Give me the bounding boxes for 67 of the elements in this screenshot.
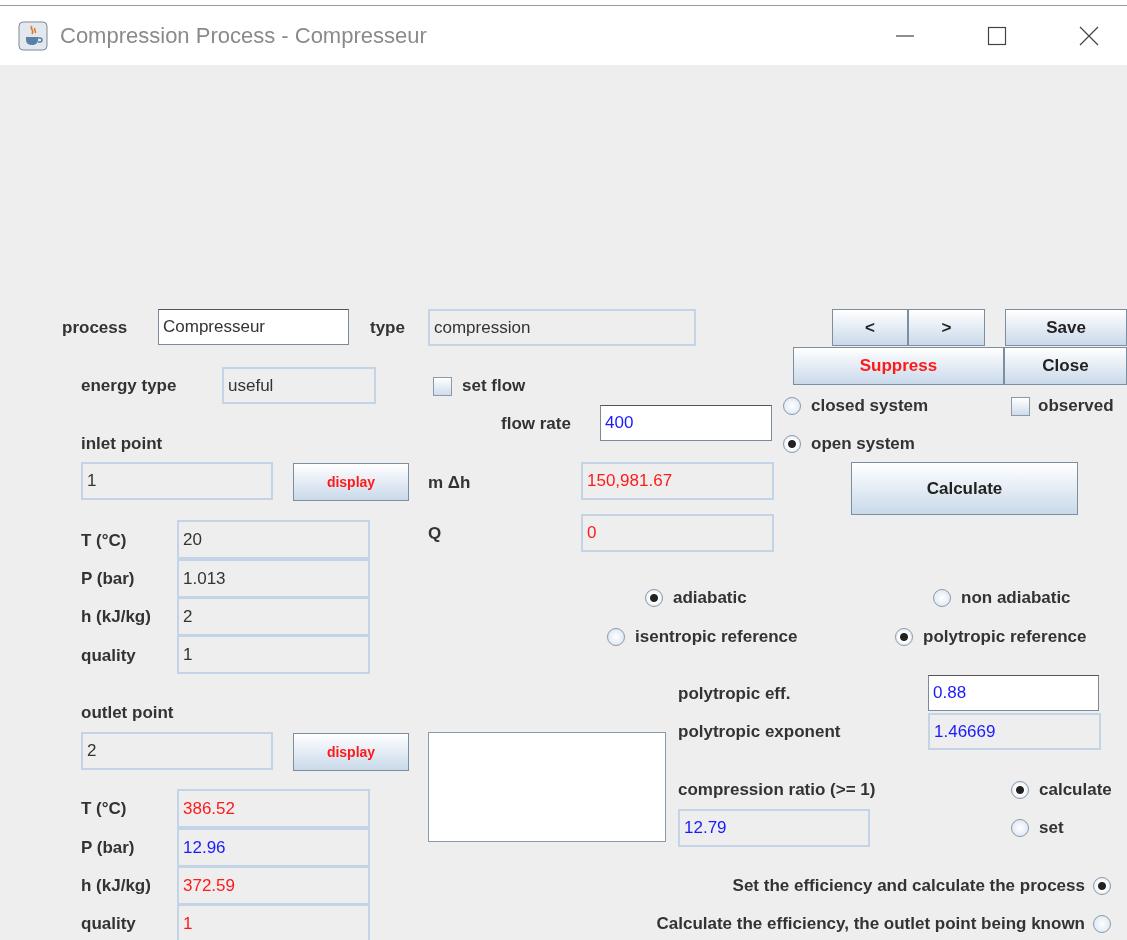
radio-label: Set the efficiency and calculate the process [732, 876, 1085, 896]
field-label: inlet point [81, 434, 163, 454]
save-button[interactable]: Save [1005, 309, 1127, 346]
property-field[interactable]: 1 [177, 635, 370, 674]
field-label: P (bar) [81, 569, 135, 589]
field-label: quality [81, 646, 136, 666]
flow-rate-field[interactable]: 400 [600, 405, 772, 441]
close-icon[interactable] [1079, 25, 1099, 46]
field-label: polytropic exponent [678, 722, 841, 742]
field-label: type [370, 318, 405, 338]
close-button[interactable]: Close [1004, 347, 1127, 385]
radio-label: open system [811, 434, 915, 454]
point-field[interactable]: 1 [81, 462, 273, 500]
field-label: P (bar) [81, 838, 135, 858]
radio-button[interactable] [1093, 877, 1111, 895]
checkbox-label: set flow [462, 376, 526, 396]
field-label: process [62, 318, 128, 338]
radio-label: Calculate the efficiency, the outlet point being known [656, 914, 1085, 934]
type-field[interactable]: compression [428, 309, 696, 346]
radio-button[interactable] [783, 397, 801, 415]
energy-type-field[interactable]: useful [222, 367, 376, 404]
field-label: h (kJ/kg) [81, 607, 151, 627]
radio-button[interactable] [933, 589, 951, 607]
calculate-button[interactable]: Calculate [851, 462, 1078, 515]
field-label: Q [428, 524, 442, 544]
checkbox-label: observed [1038, 396, 1114, 416]
polytropic-exponent-field[interactable]: 1.46669 [928, 713, 1101, 750]
checkbox[interactable] [1011, 396, 1030, 416]
next-button[interactable]: > [908, 309, 985, 346]
radio-label: closed system [811, 396, 929, 416]
property-field[interactable]: 2 [177, 597, 370, 636]
text-area[interactable] [428, 732, 666, 842]
property-field[interactable]: 20 [177, 520, 370, 559]
cup-icon [18, 20, 48, 51]
radio-button[interactable] [1011, 819, 1029, 837]
previous-button[interactable]: < [832, 309, 908, 346]
field-label: T (°C) [81, 799, 127, 819]
field-label: T (°C) [81, 531, 127, 551]
radio-button[interactable] [1011, 781, 1029, 799]
radio-button[interactable] [1093, 915, 1111, 933]
window-title: Compression Process - Compresseur [60, 22, 427, 49]
field-label: energy type [81, 376, 177, 396]
field-label: quality [81, 914, 136, 934]
field-label: m Δh [428, 473, 471, 493]
radio-label: adiabatic [673, 588, 747, 608]
field-label: polytropic eff. [678, 684, 791, 704]
field-label: compression ratio (>= 1) [678, 780, 876, 800]
polytropic-eff-field[interactable]: 0.88 [928, 675, 1099, 711]
compression-ratio-field[interactable]: 12.79 [678, 809, 870, 847]
radio-button[interactable] [607, 628, 625, 646]
radio-label: isentropic reference [635, 627, 798, 647]
radio-label: non adiabatic [961, 588, 1071, 608]
radio-label: calculate [1039, 780, 1112, 800]
checkbox[interactable] [433, 376, 452, 396]
radio-button[interactable] [645, 589, 663, 607]
field-label: h (kJ/kg) [81, 876, 151, 896]
radio-button[interactable] [895, 628, 913, 646]
property-field[interactable]: 12.96 [177, 828, 370, 867]
radio-button[interactable] [783, 435, 801, 453]
process-field[interactable]: Compresseur [158, 309, 349, 345]
maximize-icon[interactable] [987, 25, 1007, 46]
radio-label: polytropic reference [923, 627, 1087, 647]
field-label: outlet point [81, 703, 174, 723]
property-field[interactable]: 1.013 [177, 559, 370, 598]
field-label: flow rate [501, 414, 571, 434]
point-field[interactable]: 2 [81, 732, 273, 770]
radio-label: set [1039, 818, 1064, 838]
